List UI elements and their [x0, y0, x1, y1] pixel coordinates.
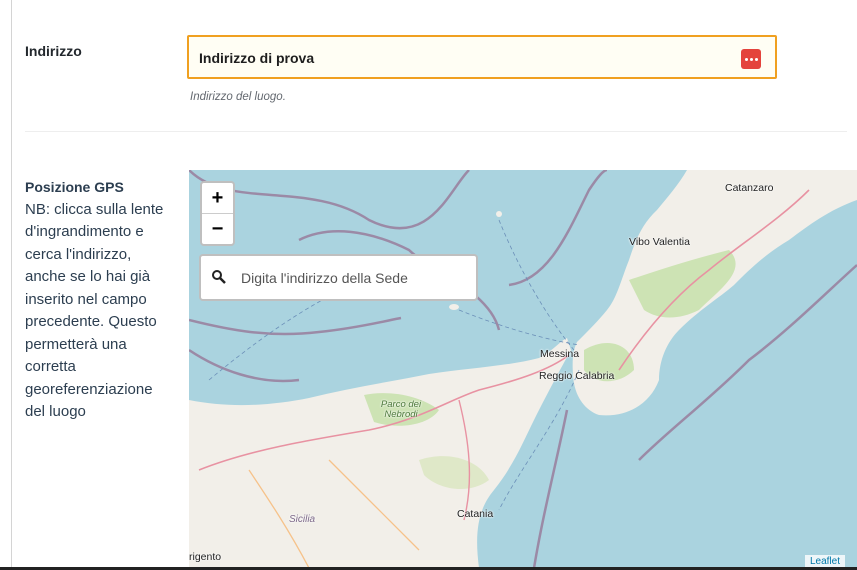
zoom-control: + −: [200, 181, 235, 246]
gps-title: Posizione GPS: [25, 179, 124, 195]
more-dots-icon[interactable]: [741, 49, 761, 69]
address-value[interactable]: Indirizzo di prova: [199, 50, 314, 66]
field-separator: [25, 131, 847, 132]
map[interactable]: Catanzaro Vibo Valentia Messina Reggio C…: [189, 170, 857, 568]
map-label-agrigento: rigento: [189, 551, 222, 563]
map-label-catania: Catania: [457, 508, 494, 520]
map-label-reggio-calabria: Reggio Calabria: [539, 370, 615, 382]
map-label-parco-nebrodi: Parco dei Nebrodi: [380, 399, 422, 420]
map-label-messina: Messina: [540, 348, 580, 360]
map-tiles: [189, 170, 857, 568]
zoom-out-icon[interactable]: −: [202, 214, 233, 244]
map-label-vibo-valentia: Vibo Valentia: [629, 236, 690, 248]
gps-label-block: Posizione GPS NB: clicca sulla lente d'i…: [25, 176, 165, 424]
left-border: [11, 0, 12, 570]
address-field[interactable]: Indirizzo di prova: [187, 35, 777, 79]
address-label: Indirizzo: [25, 43, 82, 59]
zoom-in-icon[interactable]: +: [202, 183, 233, 214]
address-description: Indirizzo del luogo.: [190, 91, 286, 103]
search-icon[interactable]: [211, 269, 227, 285]
map-label-catanzaro: Catanzaro: [725, 182, 774, 194]
map-search-input[interactable]: [239, 264, 473, 292]
map-label-sicilia: Sicilia: [289, 514, 316, 525]
gps-note: NB: clicca sulla lente d'ingrandimento e…: [25, 200, 164, 421]
map-search-box[interactable]: [199, 254, 478, 301]
